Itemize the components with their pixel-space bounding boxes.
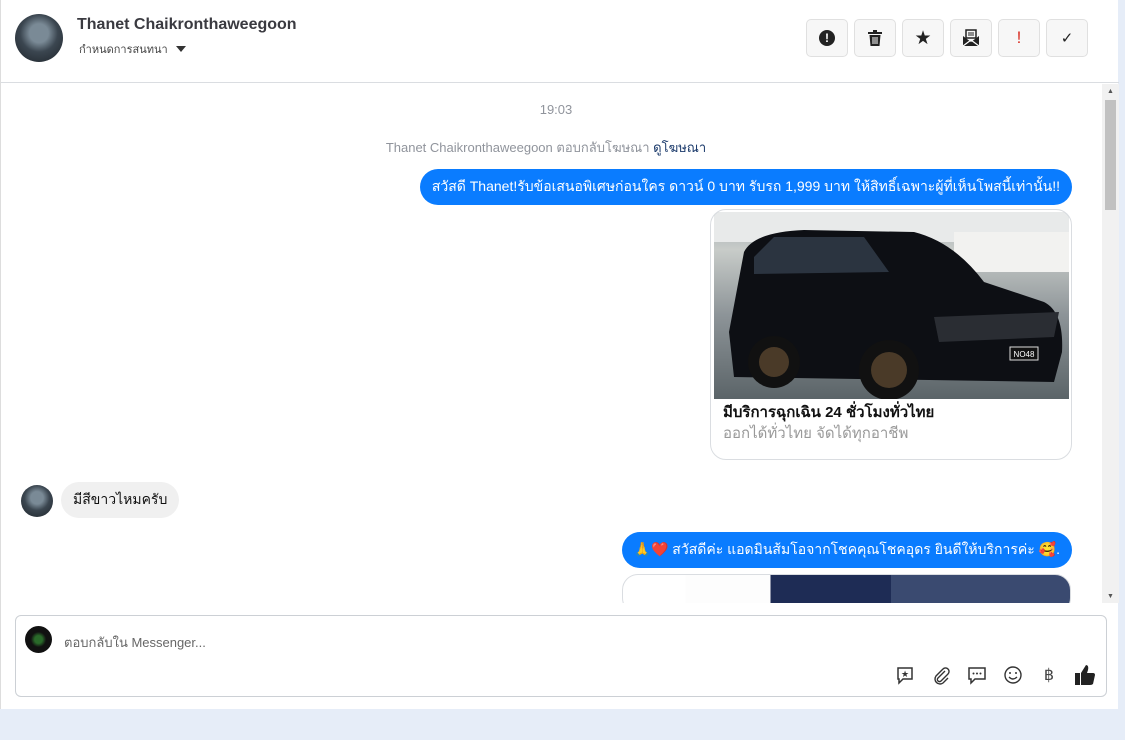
check-icon: ✓: [1060, 30, 1074, 47]
alert-button[interactable]: !: [806, 19, 848, 57]
image-attachment[interactable]: [622, 574, 1071, 603]
quick-reply-button[interactable]: [966, 664, 988, 686]
message-incoming: มีสีขาวไหมครับ: [61, 482, 180, 518]
ad-reply-text: Thanet Chaikronthaweegoon ตอบกลับโฆษณา: [385, 140, 650, 155]
emoji-button[interactable]: [1002, 664, 1024, 686]
scroll-up-arrow-icon[interactable]: ▲: [1107, 88, 1114, 95]
scroll-down-arrow-icon[interactable]: ▼: [1107, 593, 1114, 600]
ad-reply-notice: Thanet Chaikronthaweegoon ตอบกลับโฆษณา ด…: [1, 137, 1091, 158]
exclamation-icon: !: [1016, 28, 1022, 47]
contact-name[interactable]: Thanet Chaikronthaweegoon: [77, 16, 297, 34]
ad-card-description: ออกได้ทั่วไทย จัดได้ทุกอาชีพ: [723, 425, 909, 442]
scrollbar[interactable]: ▲ ▼: [1102, 84, 1119, 603]
attach-button[interactable]: [930, 664, 952, 686]
trash-icon: [868, 30, 882, 46]
message-outgoing: สวัสดี Thanet!รับข้อเสนอพิเศษก่อนใคร ดาว…: [419, 169, 1072, 205]
message-outgoing: 🙏❤️ สวัสดีค่ะ แอดมินส้มโอจากโชคคุณโชคอุด…: [621, 532, 1072, 568]
caret-down-icon: [175, 46, 186, 52]
svg-text:★: ★: [901, 669, 909, 679]
page-avatar: [25, 626, 52, 653]
license-plate: NO48: [1014, 350, 1035, 359]
reply-input[interactable]: ตอบกลับใน Messenger...: [64, 632, 206, 653]
like-button[interactable]: [1074, 664, 1096, 686]
ad-car-image: NO48: [714, 212, 1069, 400]
scrollbar-thumb[interactable]: [1105, 100, 1116, 210]
thumbs-up-icon: [1075, 665, 1095, 685]
view-ad-link[interactable]: ดูโฆษณา: [653, 140, 706, 155]
conversation-settings-label: กำหนดการสนทนา: [79, 44, 168, 56]
done-button[interactable]: ✓: [1046, 19, 1088, 57]
star-icon: ★: [914, 27, 932, 49]
conversation-panel: Thanet Chaikronthaweegoon กำหนดการสนทนา …: [0, 0, 1119, 709]
timestamp: 19:03: [539, 102, 573, 117]
message-thread[interactable]: 19:03 Thanet Chaikronthaweegoon ตอบกลับโ…: [1, 83, 1119, 603]
paperclip-icon: [934, 667, 950, 685]
composer-tools: ★ ฿: [894, 664, 1096, 686]
conversation-settings-dropdown[interactable]: กำหนดการสนทนา: [79, 40, 186, 58]
saved-reply-icon: ★: [897, 667, 913, 685]
ad-card[interactable]: NO48 มีบริการฉุกเฉิน 24 ชั่วโมงทั่วไทย อ…: [710, 209, 1072, 460]
spam-button[interactable]: !: [998, 19, 1040, 57]
mark-unread-button[interactable]: [950, 19, 992, 57]
chat-bubble-icon: [968, 667, 986, 685]
envelope-open-icon: [962, 29, 980, 47]
conversation-header: Thanet Chaikronthaweegoon กำหนดการสนทนา …: [1, 0, 1119, 83]
saved-reply-button[interactable]: ★: [894, 664, 916, 686]
alert-circle-icon: !: [819, 30, 835, 46]
star-button[interactable]: ★: [902, 19, 944, 57]
baht-icon: ฿: [1043, 667, 1055, 684]
action-toolbar: ! ★ ! ✓: [806, 19, 1088, 57]
reply-composer[interactable]: ตอบกลับใน Messenger... ★ ฿: [15, 615, 1107, 697]
delete-button[interactable]: [854, 19, 896, 57]
smiley-icon: [1004, 666, 1022, 684]
avatar[interactable]: [15, 14, 63, 62]
payment-button[interactable]: ฿: [1038, 664, 1060, 686]
sender-avatar: [21, 485, 53, 517]
